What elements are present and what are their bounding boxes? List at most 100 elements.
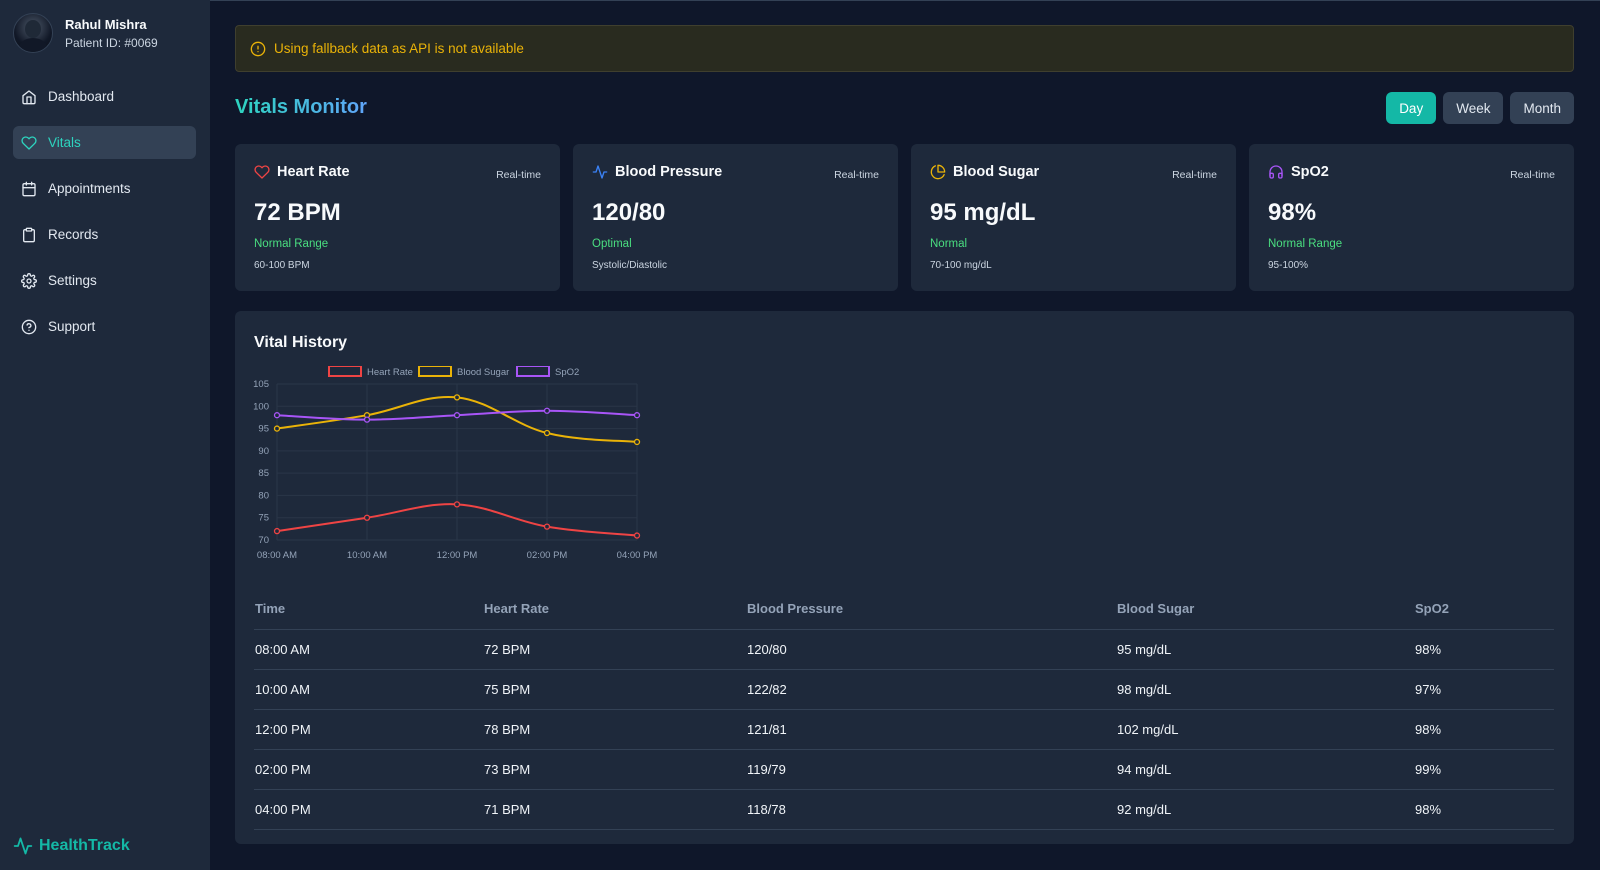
card-range: 70-100 mg/dL [930,260,992,271]
cell-time: 12:00 PM [254,709,483,750]
sidebar-item-settings[interactable]: Settings [13,264,196,297]
column-header: Heart Rate [483,589,746,630]
table-header-row: Time Heart Rate Blood Pressure Blood Sug… [254,589,1554,630]
cell-time: 10:00 AM [254,669,483,710]
activity-icon [592,165,608,179]
cell-blood-pressure: 118/78 [746,789,1116,830]
sidebar-item-records[interactable]: Records [13,218,196,251]
cell-blood-pressure: 120/80 [746,629,1116,670]
sidebar-item-vitals[interactable]: Vitals [13,126,196,159]
y-tick-label: 75 [258,513,269,524]
y-tick-label: 95 [258,424,269,435]
user-name: Rahul Mishra [65,16,147,32]
heart-rate-point [453,501,461,508]
card-title: Heart Rate [277,164,350,180]
spo2-point [543,407,551,414]
spo2-legend-swatch [516,366,550,377]
brand-logo[interactable]: HealthTrack [13,836,130,856]
cell-heart-rate: 72 BPM [483,629,746,670]
cell-spo2: 98% [1414,709,1554,750]
blood-pressure-card[interactable]: Blood Pressure Real-time 120/80 Optimal … [573,144,898,291]
vital-history-chart[interactable]: 70 75 80 85 90 95 100 105 08:00 AM 10:00 AM 12:00 … [249,366,669,576]
x-tick-label: 02:00 PM [527,550,568,561]
card-status: Normal [930,238,968,250]
blood-sugar-card[interactable]: Blood Sugar Real-time 95 mg/dL Normal 70… [911,144,1236,291]
sidebar-item-dashboard[interactable]: Dashboard [13,80,196,113]
heart-rate-point [633,532,641,539]
table-row[interactable]: 04:00 PM 71 BPM 118/78 92 mg/dL 98% [254,789,1554,830]
cell-spo2: 98% [1414,789,1554,830]
sidebar-item-label: Vitals [48,135,81,150]
column-header: Time [254,589,483,630]
table-row[interactable]: 10:00 AM 75 BPM 122/82 98 mg/dL 97% [254,669,1554,710]
vital-history-panel: Vital History 70 75 80 85 90 95 100 105 08:00 AM… [235,311,1574,844]
spo2-card[interactable]: SpO2 Real-time 98% Normal Range 95-100% [1249,144,1574,291]
sidebar-nav: Dashboard Vitals Appointments Records Se… [13,80,196,356]
pie-chart-icon [930,164,946,180]
table-row[interactable]: 12:00 PM 78 BPM 121/81 102 mg/dL 98% [254,709,1554,750]
heart-rate-legend-swatch [328,366,362,377]
home-icon [22,89,36,104]
card-range: 60-100 BPM [254,260,310,271]
heart-rate-card[interactable]: Heart Rate Real-time 72 BPM Normal Range… [235,144,560,291]
column-header: Blood Sugar [1116,589,1414,630]
x-tick-label: 10:00 AM [347,550,387,561]
vital-cards: Heart Rate Real-time 72 BPM Normal Range… [235,144,1574,291]
blood-sugar-point [453,394,461,401]
gear-icon [21,272,37,289]
cell-heart-rate: 73 BPM [483,749,746,790]
history-title: Vital History [254,334,348,351]
sidebar-item-support[interactable]: Support [13,310,196,343]
table-row[interactable]: 02:00 PM 73 BPM 119/79 94 mg/dL 99% [254,749,1554,790]
realtime-tag: Real-time [1510,169,1555,181]
cell-blood-sugar: 94 mg/dL [1116,749,1414,790]
cell-blood-pressure: 121/81 [746,709,1116,750]
alert-circle-icon [250,41,266,56]
spo2-point [363,416,371,423]
blood-sugar-point [273,425,281,432]
x-tick-label: 12:00 PM [437,550,478,561]
x-tick-label: 04:00 PM [617,550,658,561]
blood-sugar-legend-swatch [418,366,452,377]
cell-time: 08:00 AM [254,629,483,670]
realtime-tag: Real-time [496,169,541,181]
cell-time: 04:00 PM [254,789,483,830]
user-profile[interactable]: Rahul Mishra Patient ID: #0069 [13,13,158,53]
x-tick-label: 08:00 AM [257,550,297,561]
alert-text: Using fallback data as API is not availa… [274,41,524,56]
range-toggle: Day Week Month [1386,92,1574,124]
cell-blood-sugar: 102 mg/dL [1116,709,1414,750]
heart-icon [254,165,270,179]
top-border [0,0,1600,1]
y-tick-label: 70 [258,535,269,546]
table-row[interactable]: 08:00 AM 72 BPM 120/80 95 mg/dL 98% [254,629,1554,670]
blood-sugar-point [633,438,641,446]
heart-rate-point [363,514,371,521]
card-status: Normal Range [254,238,329,250]
y-tick-label: 85 [258,468,269,479]
cell-blood-sugar: 95 mg/dL [1116,629,1414,670]
legend-label: SpO2 [555,367,579,378]
y-tick-label: 100 [253,401,269,412]
y-tick-label: 105 [253,379,269,390]
range-week-button[interactable]: Week [1443,92,1504,124]
column-header: SpO2 [1414,589,1554,630]
card-value: 120/80 [592,199,666,226]
sidebar-item-appointments[interactable]: Appointments [13,172,196,205]
range-day-button[interactable]: Day [1386,92,1437,124]
spo2-point [273,412,281,419]
page-title: Vitals Monitor [235,96,367,118]
heart-rate-point [273,527,281,535]
cell-blood-pressure: 119/79 [746,749,1116,790]
legend-label: Blood Sugar [457,367,509,378]
realtime-tag: Real-time [834,169,879,181]
avatar [13,13,53,53]
range-month-button[interactable]: Month [1510,92,1574,124]
cell-spo2: 98% [1414,629,1554,670]
card-range: 95-100% [1268,260,1309,271]
card-value: 98% [1268,199,1317,226]
column-header: Blood Pressure [746,589,1116,630]
card-range: Systolic/Diastolic [592,260,668,271]
blood-sugar-point [543,429,551,437]
calendar-icon [22,181,36,196]
